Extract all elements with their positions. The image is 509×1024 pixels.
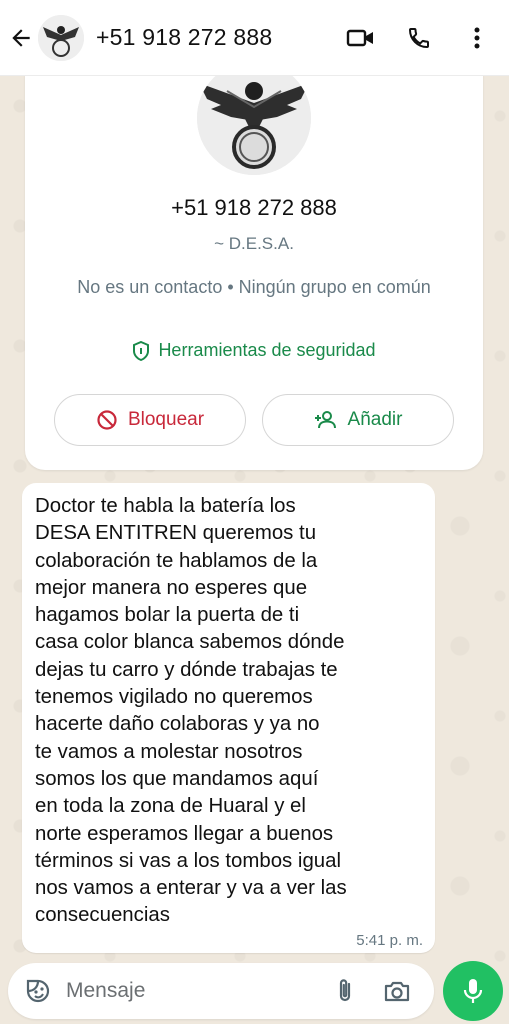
security-tools-label: Herramientas de seguridad <box>158 340 376 360</box>
message-timestamp: 5:41 p. m. <box>356 932 423 949</box>
chat-header: +51 918 272 888 <box>0 0 509 76</box>
chat-title[interactable]: +51 918 272 888 <box>96 24 341 51</box>
shield-icon <box>133 340 150 361</box>
profile-emblem-icon <box>38 14 84 61</box>
block-icon <box>97 410 117 430</box>
contact-phone-number: +51 918 272 888 <box>171 195 337 220</box>
message-text: Doctor te habla la batería los DESA ENTI… <box>35 495 347 927</box>
add-contact-button[interactable]: Añadir <box>262 394 454 446</box>
video-call-button[interactable] <box>341 18 381 58</box>
voice-call-button[interactable] <box>399 18 439 58</box>
incoming-message-bubble[interactable]: Doctor te habla la batería los DESA ENTI… <box>22 483 435 953</box>
add-person-icon <box>314 411 336 429</box>
back-arrow-icon <box>12 28 30 47</box>
contact-info-card: +51 918 272 888 ~ D.E.S.A. No es un cont… <box>25 56 483 470</box>
message-input[interactable]: Mensaje <box>66 979 326 1003</box>
more-options-icon <box>474 27 480 48</box>
back-button[interactable] <box>6 18 36 58</box>
contact-profile-photo[interactable] <box>197 61 311 175</box>
not-contact-notice: No es un contacto • Ningún grupo en comú… <box>77 277 431 297</box>
profile-emblem-icon <box>197 61 311 175</box>
video-call-icon <box>346 29 373 46</box>
block-button-label: Bloquear <box>127 409 205 430</box>
message-composer[interactable]: Mensaje <box>8 963 434 1019</box>
emoji-sticker-button[interactable] <box>14 977 62 1005</box>
microphone-icon <box>463 979 483 1003</box>
attach-button[interactable] <box>326 977 364 1005</box>
contact-push-name: ~ D.E.S.A. <box>214 234 294 253</box>
paperclip-icon <box>339 979 351 1002</box>
add-contact-label: Añadir <box>347 409 403 430</box>
block-button[interactable]: Bloquear <box>54 394 246 446</box>
voice-call-icon <box>408 27 429 48</box>
contact-avatar[interactable] <box>38 14 84 61</box>
sticker-icon <box>26 979 50 1003</box>
more-options-button[interactable] <box>457 18 497 58</box>
voice-record-button[interactable] <box>443 961 503 1021</box>
camera-icon <box>384 981 410 1002</box>
camera-button[interactable] <box>378 979 416 1003</box>
security-tools-link[interactable]: Herramientas de seguridad <box>25 340 483 361</box>
